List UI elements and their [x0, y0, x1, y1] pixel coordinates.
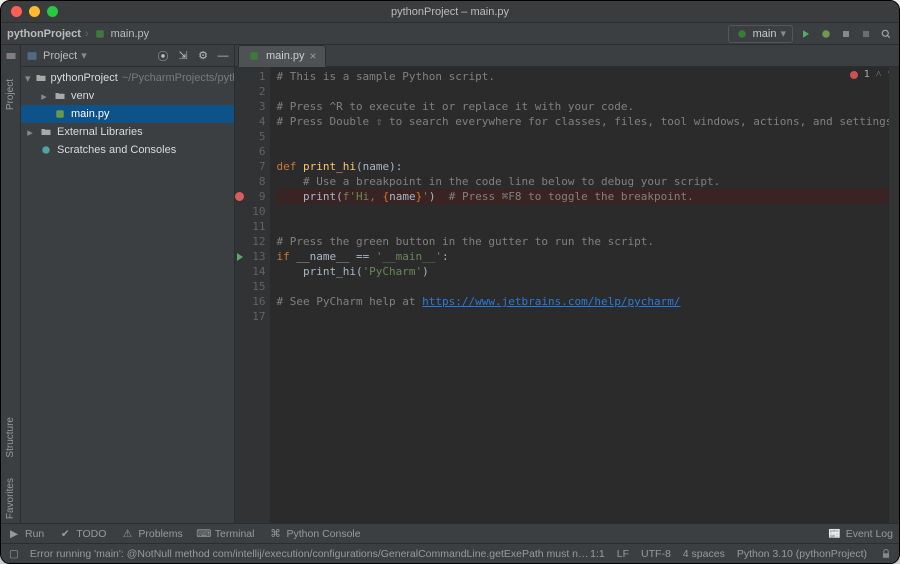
status-bar: ▢ Error running 'main': @NotNull method … — [1, 543, 899, 563]
tool-window-bar: ▶ Run ✔ TODO ⚠ Problems ⌨ Terminal ⌘ Python Conso… — [1, 523, 899, 543]
event-log-icon: 📰 — [828, 527, 842, 541]
main-split: Project Structure Favorites Project ▾ ⦿ … — [1, 45, 899, 523]
window-title: pythonProject – main.py — [1, 6, 899, 18]
editor-tab-label: main.py — [266, 50, 305, 62]
close-tab-icon[interactable]: × — [310, 49, 317, 63]
ide-window: pythonProject – main.py pythonProject › … — [0, 0, 900, 564]
toolwin-label: Terminal — [215, 528, 255, 540]
tree-item-icon — [53, 107, 67, 121]
tree-item-label: External Libraries — [57, 126, 143, 138]
tree-item-icon — [53, 89, 67, 103]
code-editor[interactable]: 1234567891011121314151617 # This is a sa… — [235, 67, 899, 523]
close-window-button[interactable] — [11, 6, 22, 17]
line-ending[interactable]: LF — [617, 548, 629, 560]
tree-item[interactable]: Scratches and Consoles — [21, 141, 234, 159]
breadcrumb-file[interactable]: main.py — [111, 28, 150, 40]
select-opened-file-icon[interactable]: ⦿ — [156, 49, 170, 63]
expand-all-icon[interactable]: ⇲ — [176, 49, 190, 63]
python-file-icon — [93, 27, 107, 41]
run-config-icon — [735, 27, 749, 41]
toolwin-button[interactable]: ▶ Run — [7, 527, 44, 541]
gear-icon[interactable]: ⚙ — [196, 49, 210, 63]
run-gutter-icon[interactable] — [237, 253, 243, 261]
titlebar: pythonProject – main.py — [1, 1, 899, 23]
chevron-right-icon: › — [85, 28, 89, 40]
toolwin-label: Problems — [138, 528, 182, 540]
tree-item-icon — [39, 125, 53, 139]
editor-area: main.py × 1234567891011121314151617 # Th… — [235, 45, 899, 523]
error-count: 1 — [864, 69, 870, 80]
project-view-icon — [25, 49, 39, 63]
breadcrumb-project[interactable]: pythonProject — [7, 28, 81, 40]
zoom-window-button[interactable] — [47, 6, 58, 17]
chevron-down-icon: ▾ — [780, 27, 786, 40]
run-button[interactable] — [799, 27, 813, 41]
toolwin-icon: ⌘ — [268, 527, 282, 541]
event-log-label: Event Log — [846, 528, 893, 540]
toolwin-button[interactable]: ✔ TODO — [58, 527, 106, 541]
tree-item[interactable]: ▸External Libraries — [21, 123, 234, 141]
inspection-widget[interactable]: 1 ˄ ˅ — [850, 69, 893, 80]
structure-tool-label[interactable]: Structure — [5, 413, 16, 462]
minimize-window-button[interactable] — [29, 6, 40, 17]
nav-toolbar: pythonProject › main.py main ▾ — [1, 23, 899, 45]
toolwin-label: Run — [25, 528, 44, 540]
debug-button[interactable] — [819, 27, 833, 41]
lock-icon[interactable] — [879, 547, 893, 561]
editor-scroll-map[interactable] — [889, 67, 899, 523]
tree-item[interactable]: main.py — [21, 105, 234, 123]
toolwin-button[interactable]: ⌘ Python Console — [268, 527, 360, 541]
toolwin-icon: ⌨ — [197, 527, 211, 541]
event-log-button[interactable]: 📰 Event Log — [828, 527, 893, 541]
tree-item-label: main.py — [71, 108, 110, 120]
run-with-coverage-button[interactable] — [839, 27, 853, 41]
project-tool-icon[interactable] — [4, 49, 18, 63]
status-bar-toggle-icon[interactable]: ▢ — [7, 547, 21, 561]
search-everywhere-icon[interactable] — [879, 27, 893, 41]
sidebar-header: Project ▾ ⦿ ⇲ ⚙ — — [21, 45, 234, 67]
tree-item-icon — [35, 71, 47, 85]
project-tree[interactable]: ▾pythonProject ~/PycharmProjects/pythonP… — [21, 67, 234, 523]
file-encoding[interactable]: UTF-8 — [641, 548, 671, 560]
toolwin-button[interactable]: ⌨ Terminal — [197, 527, 255, 541]
hide-panel-icon[interactable]: — — [216, 49, 230, 63]
tree-item-label: venv — [71, 90, 94, 102]
editor-tab[interactable]: main.py × — [238, 45, 326, 67]
editor-line-gutter[interactable]: 1234567891011121314151617 — [244, 67, 270, 523]
toolwin-label: TODO — [76, 528, 106, 540]
project-view-label[interactable]: Project — [43, 50, 77, 62]
editor-tabbar: main.py × — [235, 45, 899, 67]
tree-item[interactable]: ▸venv — [21, 87, 234, 105]
chevron-down-icon[interactable]: ▾ — [81, 49, 87, 62]
toolwin-label: Python Console — [286, 528, 360, 540]
indent-settings[interactable]: 4 spaces — [683, 548, 725, 560]
tree-item-path: ~/PycharmProjects/pythonProject — [122, 72, 234, 84]
status-message[interactable]: Error running 'main': @NotNull method co… — [30, 548, 590, 560]
tree-item[interactable]: ▾pythonProject ~/PycharmProjects/pythonP… — [21, 69, 234, 87]
tree-item-label: Scratches and Consoles — [57, 144, 176, 156]
run-config-label: main — [753, 28, 777, 40]
favorites-tool-label[interactable]: Favorites — [5, 474, 16, 523]
code-content[interactable]: # This is a sample Python script. # Pres… — [270, 67, 899, 523]
toolwin-icon: ✔ — [58, 527, 72, 541]
caret-position[interactable]: 1:1 — [590, 548, 605, 560]
chevron-up-icon[interactable]: ˄ — [876, 69, 882, 80]
interpreter[interactable]: Python 3.10 (pythonProject) — [737, 548, 867, 560]
stop-button[interactable] — [859, 27, 873, 41]
tree-item-icon — [39, 143, 53, 157]
project-sidebar: Project ▾ ⦿ ⇲ ⚙ — ▾pythonProject ~/Pycha… — [21, 45, 235, 523]
toolwin-button[interactable]: ⚠ Problems — [120, 527, 182, 541]
toolwin-icon: ▶ — [7, 527, 21, 541]
left-tool-strip: Project Structure Favorites — [1, 45, 21, 523]
editor-mark-gutter[interactable] — [235, 67, 244, 523]
error-indicator-icon — [850, 71, 858, 79]
project-tool-label[interactable]: Project — [5, 75, 16, 114]
python-file-icon — [247, 49, 261, 63]
tree-item-label: pythonProject — [51, 72, 118, 84]
breakpoint-icon[interactable] — [235, 192, 244, 201]
run-config-selector[interactable]: main ▾ — [728, 25, 793, 43]
toolwin-icon: ⚠ — [120, 527, 134, 541]
